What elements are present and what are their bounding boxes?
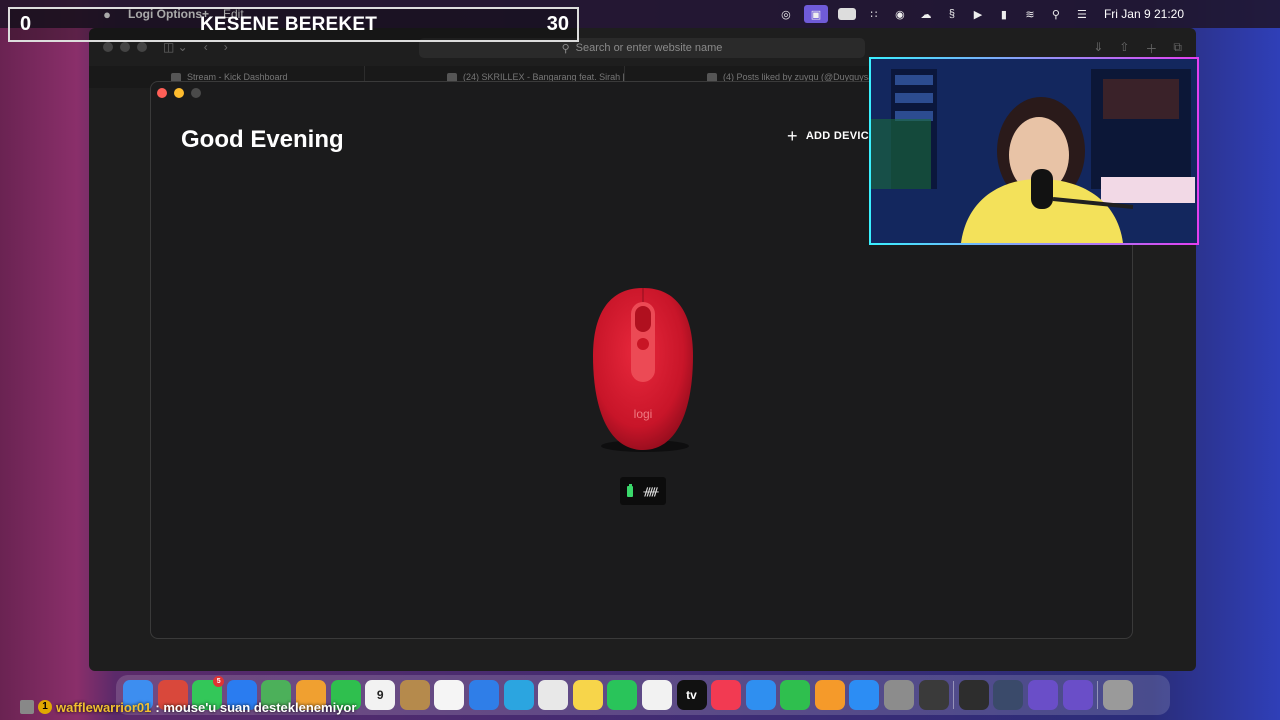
sub-badge-icon: [20, 700, 34, 714]
close-button[interactable]: [157, 88, 167, 98]
screen-share-icon[interactable]: ▣: [803, 5, 828, 23]
menubar-clock[interactable]: Fri Jan 9 21:20: [1104, 7, 1184, 21]
dock-calendar-icon[interactable]: 9: [365, 680, 396, 710]
mouse-device-image[interactable]: logi: [589, 286, 697, 454]
dock-app-store-icon[interactable]: [849, 680, 880, 710]
dock-numbers-icon[interactable]: [780, 680, 811, 710]
logi-logo: logi: [634, 407, 653, 421]
bluetooth-icon: ᚏ: [643, 485, 659, 498]
keyboard-layout-icon[interactable]: [837, 8, 856, 20]
dock-trash-icon[interactable]: [1102, 680, 1133, 710]
dock-separator: [1097, 681, 1099, 709]
control-center-icon[interactable]: ☰: [1074, 7, 1090, 21]
battery-icon: [627, 483, 634, 497]
dock-safari-icon[interactable]: [468, 680, 499, 710]
download-icon[interactable]: ⇓: [1093, 40, 1103, 57]
dock-elgato-2-icon[interactable]: [1062, 680, 1093, 710]
zoom-button[interactable]: [137, 42, 147, 52]
browser-actions: ⇓ ⇧ ＋ ⧉: [1093, 40, 1182, 57]
grid-icon[interactable]: ∷: [866, 7, 882, 21]
dock-quicktime-icon[interactable]: [993, 680, 1024, 710]
dock-freeform-icon[interactable]: [641, 680, 672, 710]
dock-system-settings-icon[interactable]: [884, 680, 915, 710]
cloud-icon[interactable]: ☁: [918, 7, 934, 21]
record-icon[interactable]: ◉: [892, 7, 908, 21]
dock-music-icon[interactable]: [711, 680, 742, 710]
scroll-wheel: [635, 306, 651, 332]
minimize-button[interactable]: [120, 42, 130, 52]
wifi-icon[interactable]: ≋: [1022, 7, 1038, 21]
status-area: ◎ ▣ ∷ ◉ ☁ § ▶ ▮ ≋ ⚲ ☰ Fri Jan 9 21:20: [778, 0, 1184, 28]
traffic-lights: [103, 42, 147, 52]
mode-button: [637, 338, 649, 350]
dock-pages-icon[interactable]: [814, 680, 845, 710]
back-icon[interactable]: ‹: [204, 40, 208, 54]
share-icon[interactable]: ⇧: [1119, 40, 1129, 57]
webcam-image: [871, 59, 1197, 243]
score-right: 30: [546, 13, 569, 35]
dock-apple-tv-icon[interactable]: tv: [676, 680, 707, 710]
dock-chrome-icon[interactable]: [538, 680, 569, 710]
dock-elgato-icon[interactable]: [1028, 680, 1059, 710]
dock-icon-label: tv: [686, 688, 697, 702]
chat-text: : mouse'u suan desteklenemiyor: [155, 699, 357, 715]
notification-badge: 5: [213, 676, 225, 687]
page-title: Good Evening: [181, 126, 344, 153]
dock-icon-label: 9: [376, 688, 384, 702]
overlay-title: KESENE BEREKET: [200, 14, 378, 35]
minimize-button[interactable]: [174, 88, 184, 98]
address-placeholder: Search or enter website name: [575, 42, 723, 54]
script-icon[interactable]: §: [944, 7, 960, 21]
dock-obs-icon[interactable]: [958, 680, 989, 710]
chat-message: 1 wafflewarrior01 : mouse'u suan destekl…: [20, 699, 356, 715]
plus-icon: +: [787, 126, 798, 146]
battery-icon[interactable]: ▮: [996, 7, 1012, 21]
score-overlay: 0 KESENE BEREKET 30: [8, 7, 579, 42]
obs-status-icon[interactable]: ◎: [778, 7, 794, 21]
dock-whatsapp-icon[interactable]: [607, 680, 638, 710]
traffic-lights: [157, 88, 201, 98]
rank-badge-icon: 1: [38, 700, 52, 714]
tab-overview-icon[interactable]: ⧉: [1173, 40, 1182, 57]
dock-separator: [953, 681, 955, 709]
zoom-button[interactable]: [191, 88, 201, 98]
search-icon: ⚲: [561, 42, 570, 55]
close-button[interactable]: [103, 42, 113, 52]
dock-telegram-icon[interactable]: [503, 680, 534, 710]
chat-username: wafflewarrior01: [56, 699, 152, 715]
score-left: 0: [20, 13, 32, 35]
play-icon[interactable]: ▶: [970, 7, 986, 21]
sidebar-icon[interactable]: ◫ ⌄: [163, 40, 188, 54]
add-device-label: ADD DEVICE: [805, 130, 877, 142]
device-status-badge: ᚏ: [620, 477, 666, 505]
add-device-button[interactable]: + ADD DEVICE: [787, 126, 877, 146]
dock-keynote-icon[interactable]: [745, 680, 776, 710]
dock-reminders-icon[interactable]: [434, 680, 465, 710]
dock-notes-icon[interactable]: [572, 680, 603, 710]
webcam-overlay: [869, 57, 1199, 245]
dock-final-cut-icon[interactable]: [918, 680, 949, 710]
forward-icon[interactable]: ›: [224, 40, 228, 54]
search-icon[interactable]: ⚲: [1048, 7, 1064, 21]
new-tab-icon[interactable]: ＋: [1145, 40, 1157, 57]
dock-notes-folder-icon[interactable]: [399, 680, 430, 710]
